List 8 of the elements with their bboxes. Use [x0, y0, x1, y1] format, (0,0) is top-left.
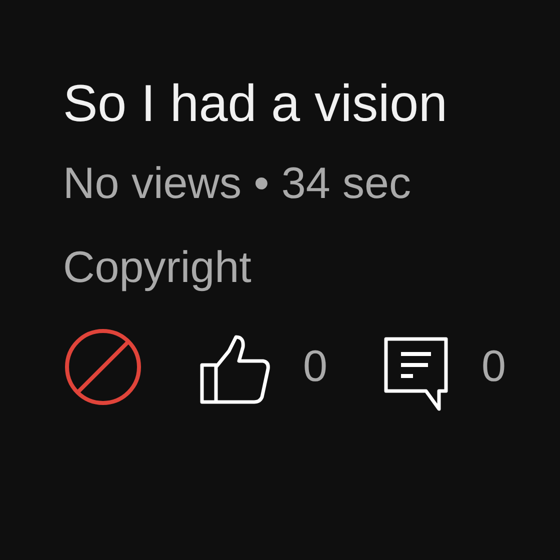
count-label: 0: [481, 342, 506, 392]
video-title: So I had a vision: [63, 74, 448, 135]
prohibited-icon[interactable]: [63, 327, 143, 407]
thumbs-up-icon[interactable]: [199, 333, 271, 405]
video-meta: No views • 34 sec: [63, 158, 412, 210]
comment-icon[interactable]: [383, 336, 450, 412]
license-label: Copyright: [63, 242, 252, 294]
count-label: 0: [303, 342, 328, 392]
